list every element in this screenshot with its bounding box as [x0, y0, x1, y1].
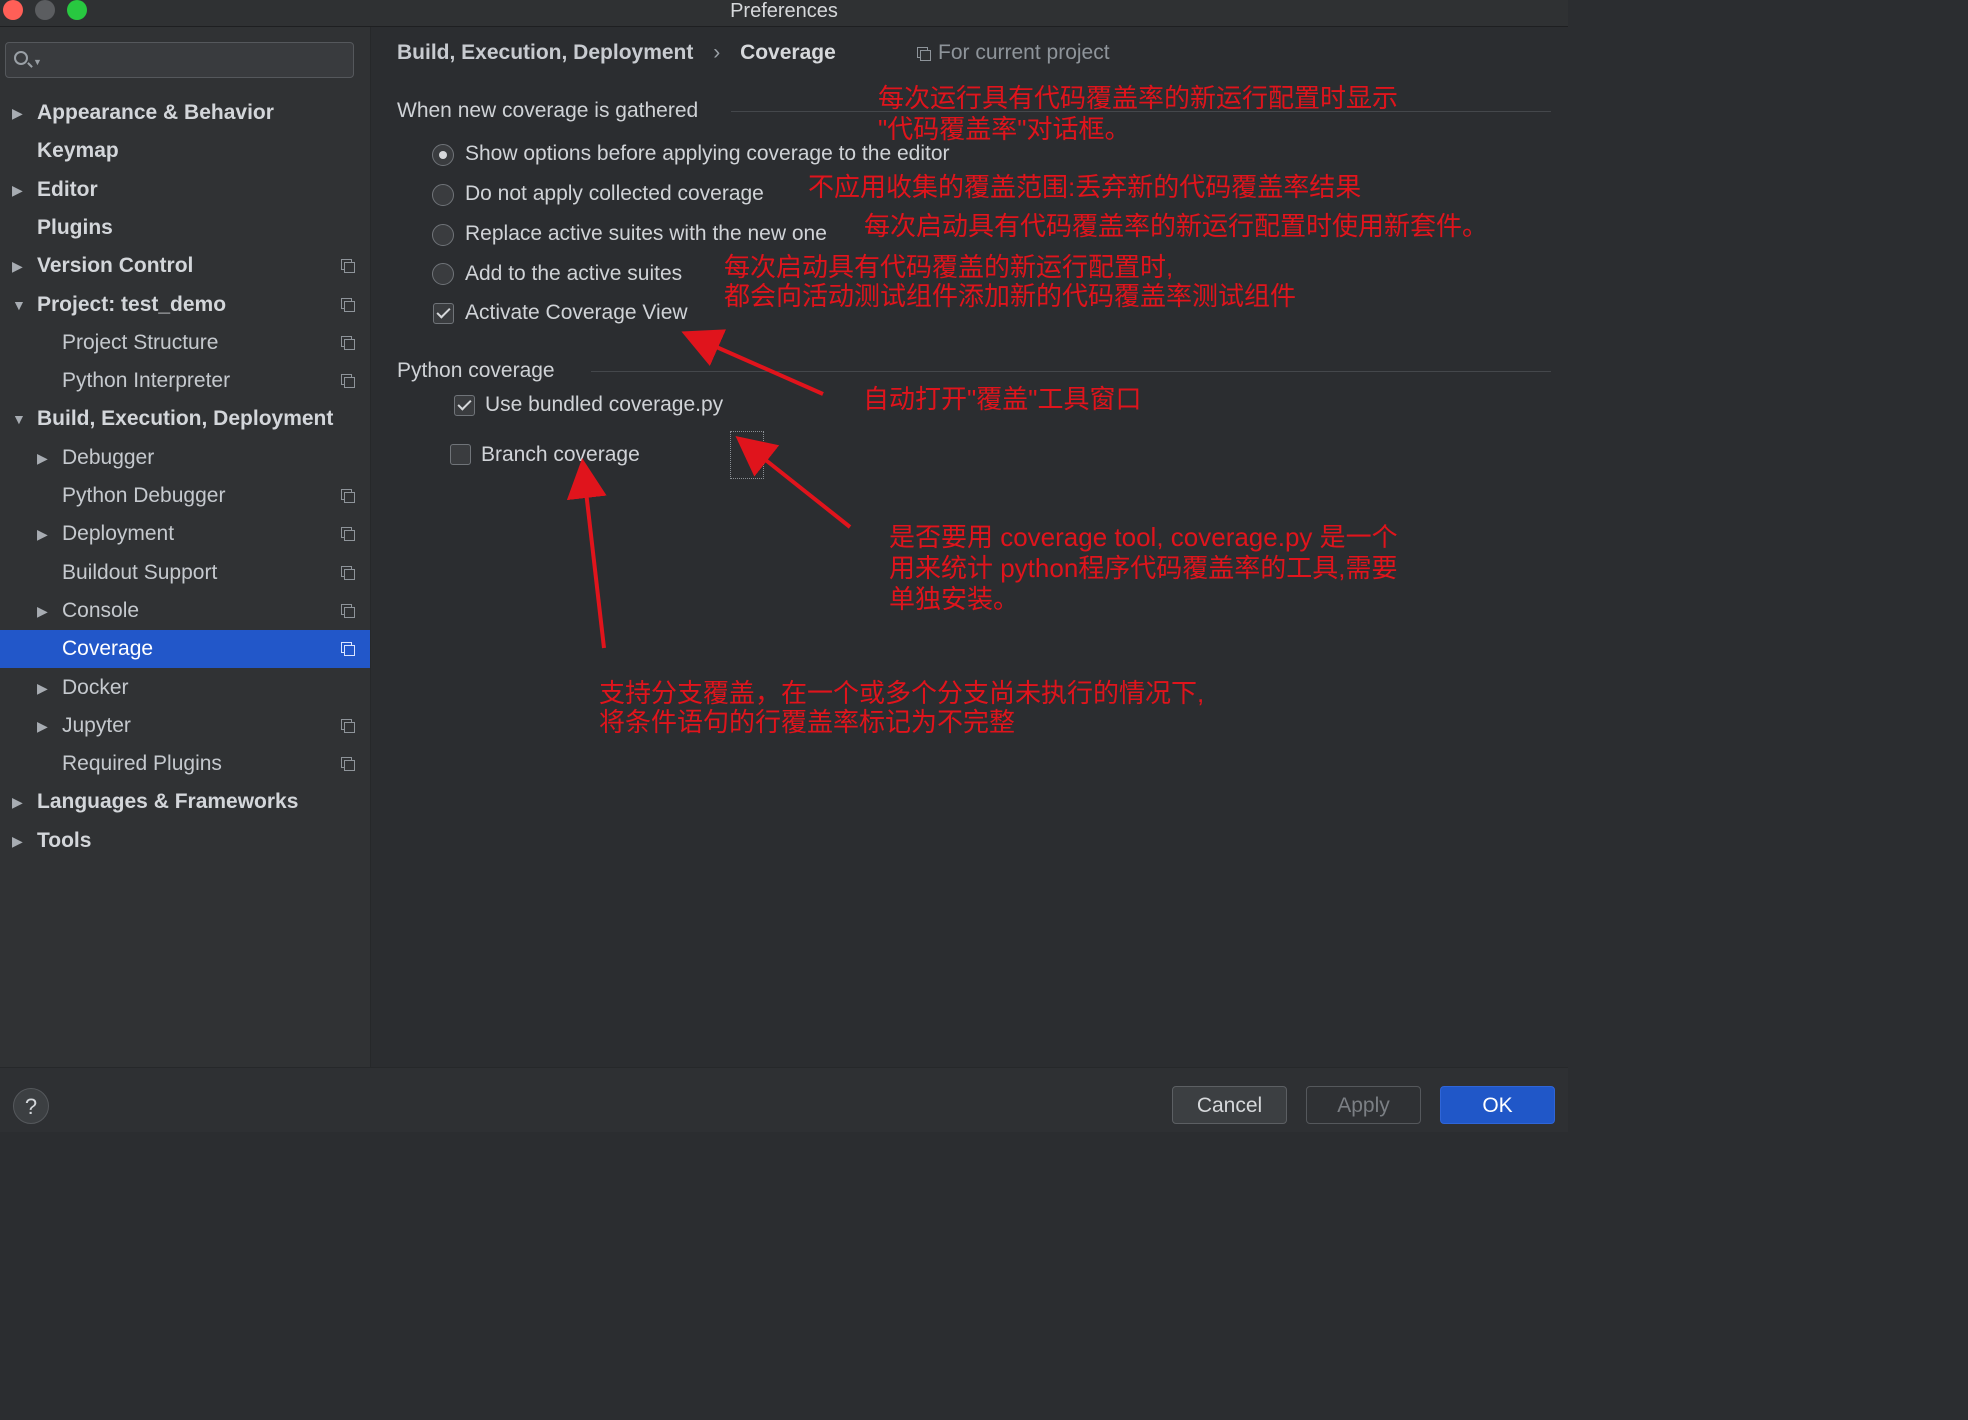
ok-button[interactable]: OK: [1440, 1086, 1555, 1124]
arrow-activate-view: [681, 329, 824, 396]
arrow-bundled: [735, 436, 852, 529]
help-button[interactable]: ?: [13, 1088, 49, 1124]
dialog-footer: ? Cancel Apply OK: [0, 1067, 1568, 1132]
arrow-branch: [566, 458, 607, 649]
annotation-arrows: [566, 329, 852, 649]
cancel-button[interactable]: Cancel: [1172, 1086, 1287, 1124]
apply-button[interactable]: Apply: [1306, 1086, 1421, 1124]
